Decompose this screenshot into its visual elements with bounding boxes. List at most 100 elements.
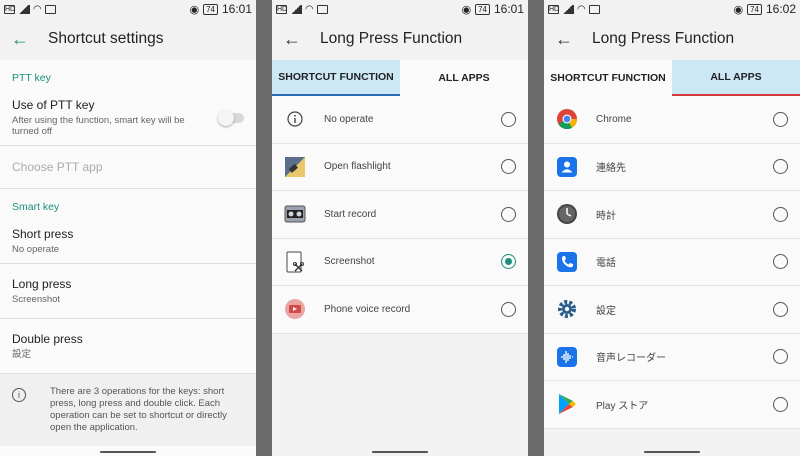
shortcut-list: No operate Open flashlight Start record … (272, 96, 528, 334)
radio-button-selected[interactable] (501, 254, 516, 270)
use-ptt-title: Use of PTT key (12, 98, 95, 112)
list-item[interactable]: Screenshot (272, 239, 528, 286)
radio-button[interactable] (773, 206, 788, 222)
radio-button[interactable] (773, 254, 788, 270)
tab-shortcut-function[interactable]: SHORTCUT FUNCTION (544, 60, 672, 96)
item-label: 連絡先 (596, 163, 626, 175)
tab-all-apps[interactable]: ALL APPS (400, 60, 528, 96)
item-label: Chrome (596, 113, 632, 125)
signal-icon (290, 4, 302, 14)
hd-icon: HD (4, 4, 16, 14)
home-indicator[interactable] (372, 451, 428, 453)
shortcut-settings-screen: HD ◠ ◉ 74 16:01 ← Shortcut settings PTT … (0, 0, 256, 456)
list-item[interactable]: 電話 (544, 239, 800, 286)
use-ptt-subtitle: After using the function, smart key will… (12, 115, 185, 137)
app-bar: ← Long Press Function (544, 18, 800, 60)
clock-icon (556, 203, 578, 225)
long-press-function-shortcut-screen: HD ◠ ◉ 74 16:01 ← Long Press Function SH… (272, 0, 528, 456)
list-item[interactable]: No operate (272, 96, 528, 144)
battery-icon: 74 (475, 3, 490, 15)
battery-icon: 74 (747, 3, 762, 15)
tab-all-apps[interactable]: ALL APPS (672, 60, 800, 96)
ptt-toggle[interactable] (218, 109, 244, 126)
radio-button[interactable] (773, 396, 788, 412)
short-press-title: Short press (12, 227, 74, 241)
app-bar: ← Long Press Function (272, 18, 528, 60)
info-box: i There are 3 operations for the keys: s… (0, 374, 256, 446)
double-press-value: 設定 (12, 349, 32, 360)
long-press-function-all-apps-screen: HD ◠ ◉ 74 16:02 ← Long Press Function SH… (544, 0, 800, 456)
radio-button[interactable] (773, 349, 788, 365)
item-label: 音声レコーダー (596, 353, 666, 365)
chrome-icon (556, 108, 578, 130)
hd-icon: HD (276, 4, 288, 14)
clock-time: 16:01 (493, 2, 524, 16)
status-bar: HD ◠ ◉ 74 16:02 (544, 0, 800, 18)
home-indicator[interactable] (100, 451, 156, 453)
battery-icon: 74 (203, 3, 218, 15)
wifi-icon: ◠ (577, 3, 586, 15)
item-label: 時計 (596, 210, 616, 222)
radio-button[interactable] (773, 159, 788, 175)
radio-button[interactable] (501, 159, 516, 175)
home-indicator[interactable] (644, 451, 700, 453)
settings-list: PTT key Use of PTT key After using the f… (0, 60, 256, 456)
long-press-row[interactable]: Long press Screenshot (0, 264, 256, 319)
list-item[interactable]: Phone voice record (272, 286, 528, 334)
play-store-icon (556, 393, 578, 415)
back-arrow-icon[interactable]: ← (272, 29, 312, 50)
signal-icon (562, 4, 574, 14)
list-item[interactable]: Chrome (544, 96, 800, 144)
list-item[interactable]: Start record (272, 191, 528, 239)
record-icon (284, 203, 306, 225)
app-bar: ← Shortcut settings (0, 18, 256, 60)
long-press-title: Long press (12, 277, 72, 291)
use-ptt-row[interactable]: Use of PTT key After using the function,… (0, 90, 256, 146)
back-arrow-icon[interactable]: ← (0, 29, 40, 50)
page-title: Shortcut settings (48, 30, 164, 47)
clock-time: 16:01 (221, 2, 252, 16)
wifi-icon: ◠ (305, 3, 314, 15)
double-press-title: Double press (12, 332, 83, 346)
item-label: Phone voice record (324, 303, 411, 315)
phone-voice-record-icon (284, 298, 306, 320)
info-icon (284, 108, 306, 130)
tab-shortcut-function[interactable]: SHORTCUT FUNCTION (272, 60, 400, 96)
apps-list: Chrome 連絡先 時計 電話 設定 音声レコーダー Play ストア (544, 96, 800, 429)
item-label: No operate (324, 113, 374, 125)
item-label: Start record (324, 208, 377, 220)
radio-button[interactable] (501, 111, 516, 127)
item-label: Play ストア (596, 400, 649, 412)
list-item[interactable]: Play ストア (544, 381, 800, 429)
item-label: Screenshot (324, 256, 375, 268)
phone-icon (556, 251, 578, 273)
image-icon (316, 4, 328, 14)
list-item[interactable]: 設定 (544, 286, 800, 334)
list-item[interactable]: 音声レコーダー (544, 334, 800, 381)
section-header-smart-key: Smart key (12, 201, 60, 213)
double-press-row[interactable]: Double press 設定 (0, 319, 256, 374)
image-icon (588, 4, 600, 14)
clock-time: 16:02 (765, 2, 796, 16)
radio-button[interactable] (773, 301, 788, 317)
radio-button[interactable] (773, 111, 788, 127)
radio-button[interactable] (501, 206, 516, 222)
contacts-icon (556, 156, 578, 178)
item-label: 電話 (596, 258, 616, 270)
wifi-icon: ◠ (33, 3, 42, 15)
eye-icon: ◉ (189, 3, 200, 16)
settings-gear-icon (556, 298, 578, 320)
choose-ptt-app-row: Choose PTT app (0, 146, 256, 189)
back-arrow-icon[interactable]: ← (544, 29, 584, 50)
hd-icon: HD (548, 4, 560, 14)
signal-icon (18, 4, 30, 14)
radio-button[interactable] (501, 301, 516, 317)
flashlight-icon (284, 156, 306, 178)
voice-recorder-icon (556, 346, 578, 368)
list-item[interactable]: 連絡先 (544, 144, 800, 191)
list-item[interactable]: Open flashlight (272, 144, 528, 191)
short-press-row[interactable]: Short press No operate (0, 219, 256, 264)
page-title: Long Press Function (592, 30, 735, 47)
list-item[interactable]: 時計 (544, 191, 800, 239)
status-bar: HD ◠ ◉ 74 16:01 (0, 0, 256, 18)
